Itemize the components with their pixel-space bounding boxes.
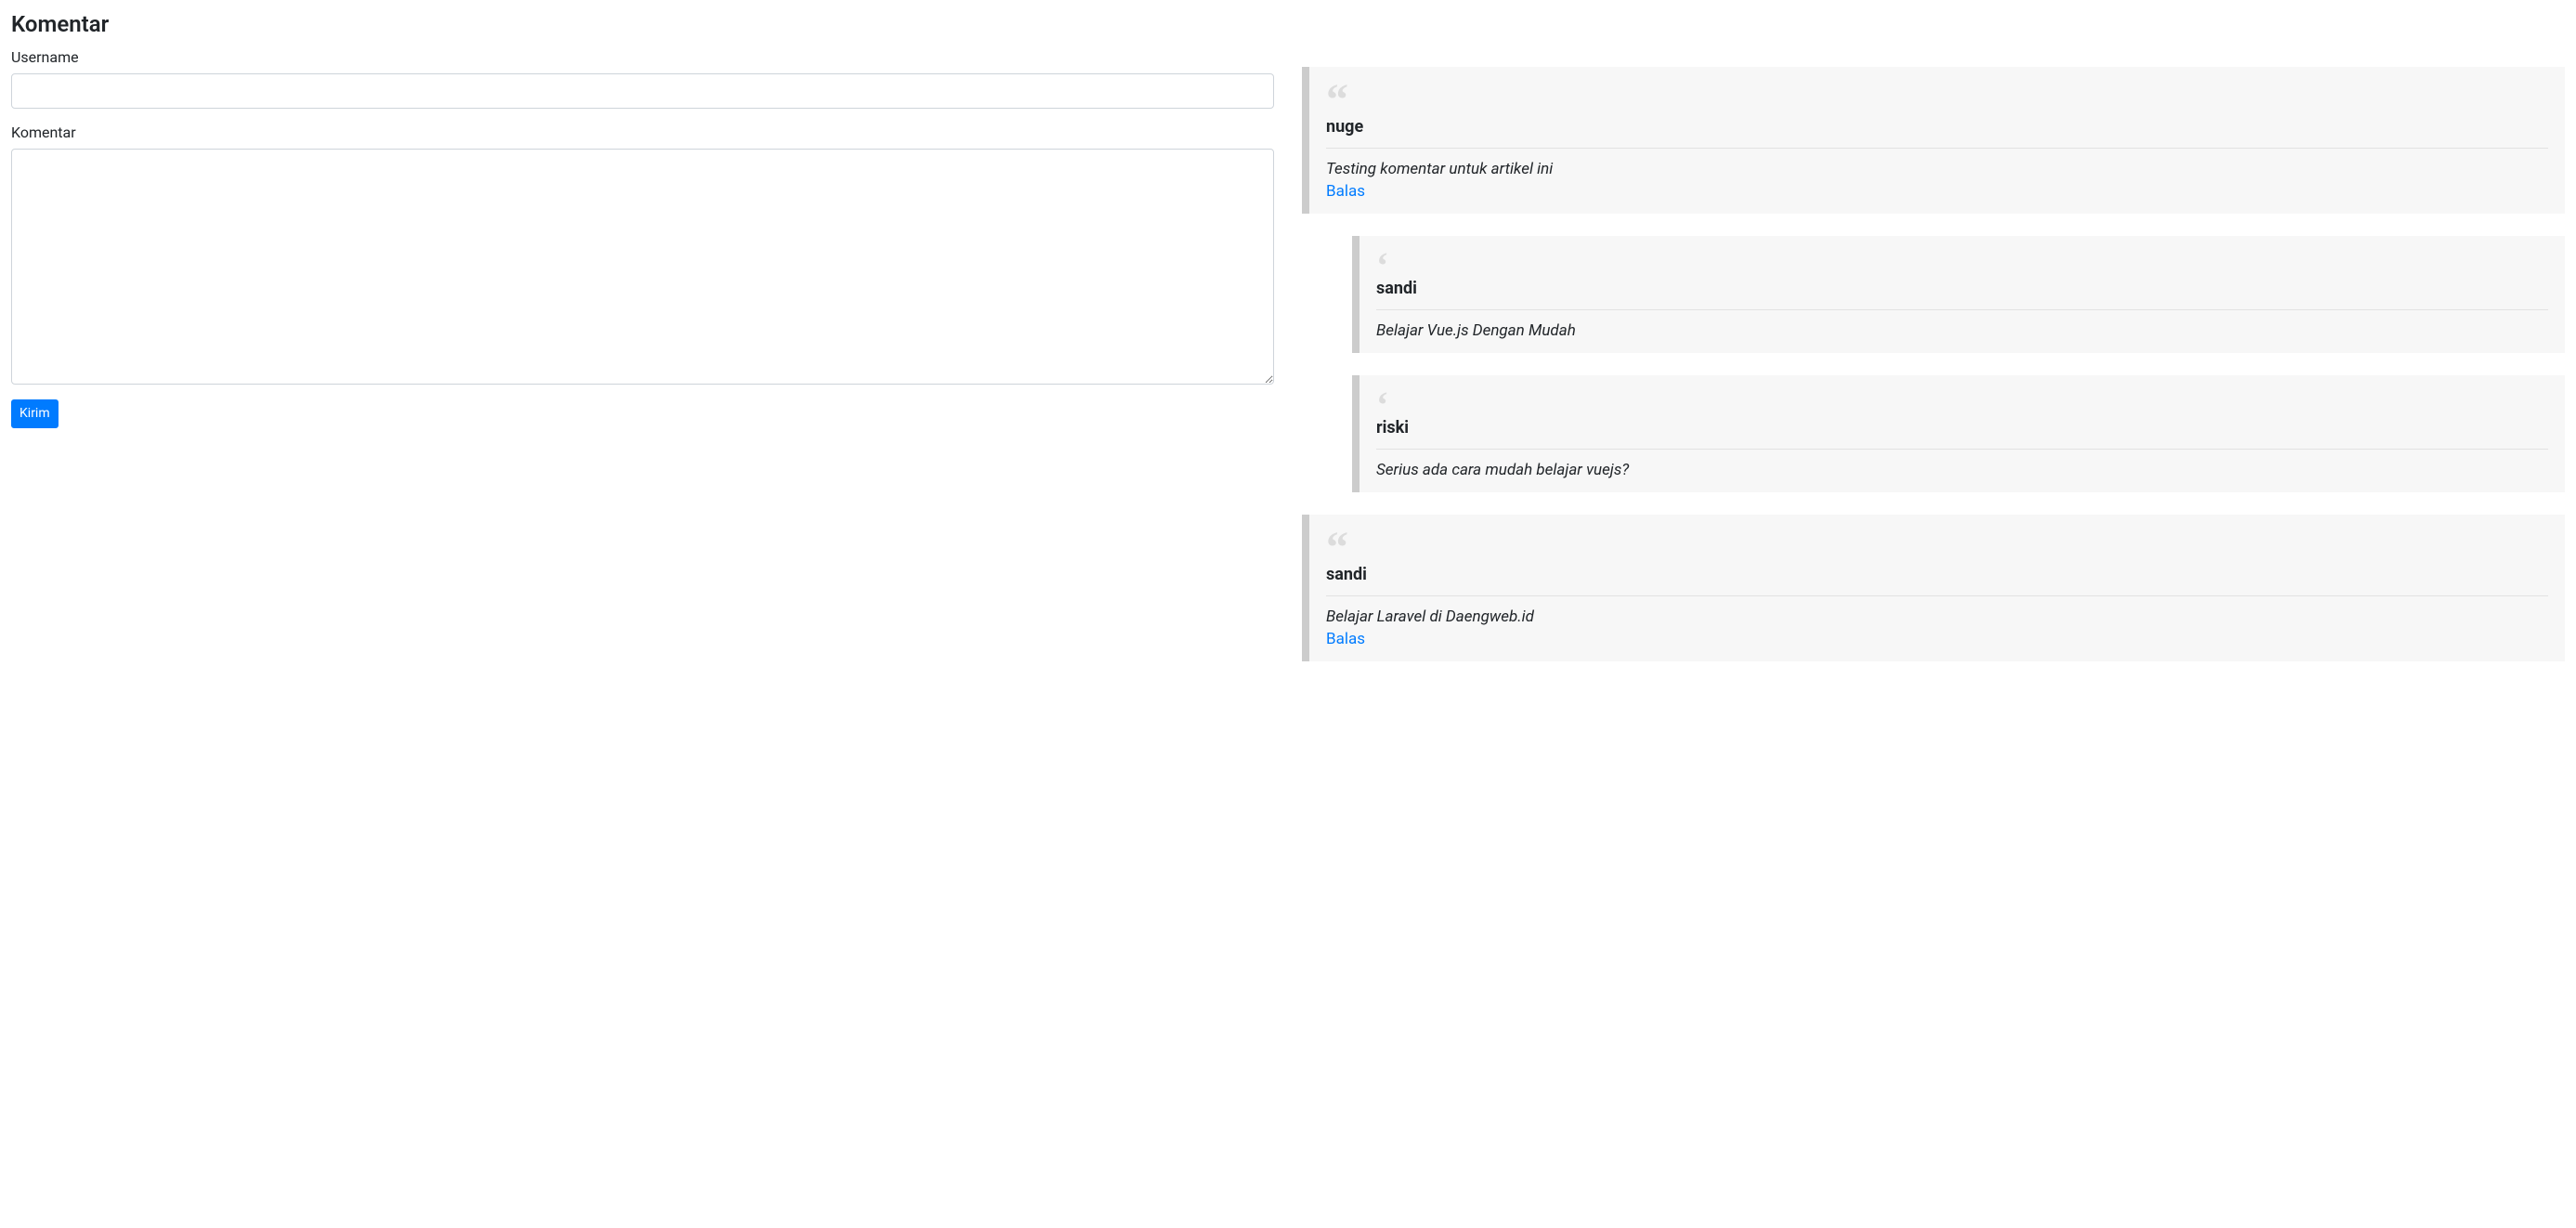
divider <box>1376 309 2548 310</box>
submit-button[interactable]: Kirim <box>11 399 59 428</box>
page-title: Komentar <box>11 11 1274 37</box>
replies-container: sandi Belajar Vue.js Dengan Mudah riski … <box>1352 236 2565 492</box>
comment-item: nuge Testing komentar untuk artikel ini … <box>1302 67 2565 492</box>
comment-username: sandi <box>1326 565 1367 584</box>
reply-username: sandi <box>1376 279 1417 298</box>
reply-body: Belajar Vue.js Dengan Mudah <box>1376 321 1576 340</box>
username-label: Username <box>11 48 1274 66</box>
comment-form: Username Komentar Kirim <box>11 48 1274 428</box>
comment-quote: nuge Testing komentar untuk artikel ini … <box>1302 67 2565 214</box>
comment-item: sandi Belajar Laravel di Daengweb.id Bal… <box>1302 515 2565 661</box>
reply-body: Serius ada cara mudah belajar vuejs? <box>1376 461 1629 479</box>
divider <box>1326 148 2548 149</box>
reply-link[interactable]: Balas <box>1326 182 1365 201</box>
reply-username: riski <box>1376 418 1409 438</box>
divider <box>1376 449 2548 450</box>
comments-column: nuge Testing komentar untuk artikel ini … <box>1302 11 2565 684</box>
reply-link[interactable]: Balas <box>1326 630 1365 648</box>
reply-item: riski Serius ada cara mudah belajar vuej… <box>1352 375 2565 492</box>
reply-item: sandi Belajar Vue.js Dengan Mudah <box>1352 236 2565 353</box>
username-input[interactable] <box>11 73 1274 109</box>
comment-textarea[interactable] <box>11 149 1274 385</box>
comment-quote: sandi Belajar Laravel di Daengweb.id Bal… <box>1302 515 2565 661</box>
comment-username: nuge <box>1326 117 1363 137</box>
comment-body: Testing komentar untuk artikel ini <box>1326 160 1553 178</box>
comment-label: Komentar <box>11 124 1274 141</box>
comment-body: Belajar Laravel di Daengweb.id <box>1326 607 1534 626</box>
comment-form-column: Komentar Username Komentar Kirim <box>11 11 1274 684</box>
divider <box>1326 595 2548 596</box>
